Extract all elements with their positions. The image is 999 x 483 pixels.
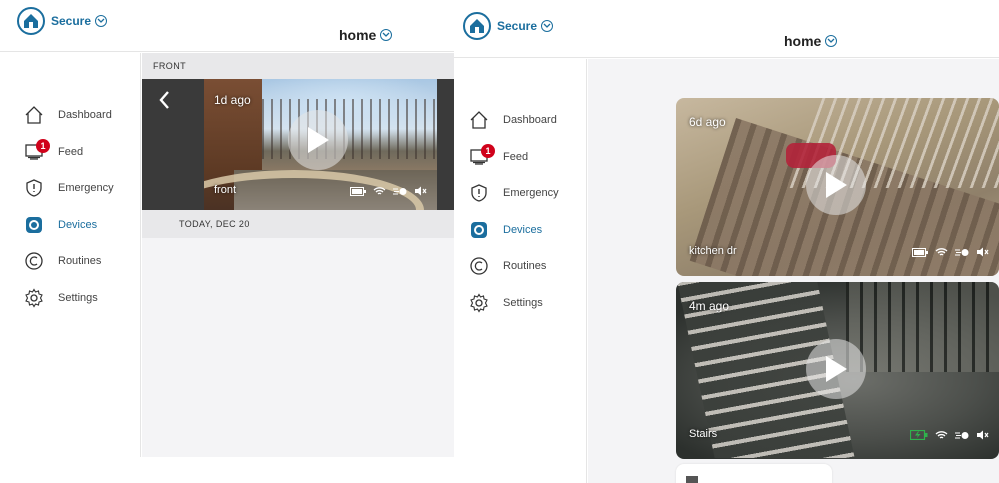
camera-name-label: front — [214, 184, 237, 196]
camera-name-label: Stairs — [689, 428, 718, 440]
device-detail-panel: FRONT 1d ago front TODAY, DEC 20 — [142, 53, 454, 457]
sidebar-item-settings[interactable]: Settings — [454, 288, 586, 318]
sidebar-item-label: Routines — [58, 255, 102, 267]
sidebar-item-routines[interactable]: Routines — [454, 251, 586, 281]
sidebar: Dashboard 1 Feed Emergency Devices Routi… — [454, 59, 587, 483]
battery-icon — [912, 247, 928, 257]
devices-list: 6d ago kitchen dr 4m ago Stairs — [588, 59, 999, 483]
motion-icon — [955, 431, 969, 440]
chevron-down-icon — [380, 29, 393, 41]
chevron-down-icon — [541, 20, 554, 32]
location-selector[interactable]: home — [784, 33, 838, 49]
gear-icon — [23, 287, 45, 309]
sidebar-item-label: Dashboard — [503, 114, 557, 126]
play-icon — [826, 356, 847, 382]
wifi-icon — [373, 186, 386, 196]
house-icon — [468, 109, 490, 131]
play-icon — [826, 172, 847, 198]
top-bar: Secure home — [0, 0, 454, 52]
left-app-window: Secure home Dashboard 1 Feed Emergency D… — [0, 0, 454, 483]
motion-icon — [955, 248, 969, 257]
right-app-window: Secure home Dashboard 1 Feed Emergency D… — [454, 0, 999, 483]
notification-badge: 1 — [36, 139, 50, 153]
camera-card-kitchen-dr[interactable]: 6d ago kitchen dr — [676, 98, 999, 276]
sidebar-item-feed[interactable]: 1 Feed — [454, 142, 586, 172]
motion-icon — [393, 187, 407, 196]
camera-thumbnail[interactable]: 1d ago front — [204, 79, 437, 210]
sidebar-item-devices[interactable]: Devices — [0, 210, 140, 240]
battery-charging-icon — [910, 430, 928, 440]
brand-label: Secure — [497, 19, 538, 33]
camera-icon — [23, 214, 45, 236]
time-ago-label: 6d ago — [689, 115, 726, 129]
camera-icon — [468, 219, 490, 241]
sidebar-item-label: Routines — [503, 260, 547, 272]
house-icon — [17, 7, 45, 35]
muted-icon — [976, 430, 989, 440]
camera-status-icons — [350, 186, 427, 196]
camera-name-label: kitchen dr — [689, 245, 737, 257]
sidebar-item-dashboard[interactable]: Dashboard — [454, 105, 586, 135]
play-button[interactable] — [288, 110, 348, 170]
sidebar-item-label: Settings — [503, 297, 543, 309]
play-button[interactable] — [806, 339, 866, 399]
play-icon — [308, 127, 329, 153]
camera-status-icons — [910, 430, 989, 440]
muted-icon — [976, 247, 989, 257]
wifi-icon — [935, 430, 948, 440]
sidebar-item-settings[interactable]: Settings — [0, 283, 140, 313]
brand-label: Secure — [51, 14, 92, 28]
sidebar: Dashboard 1 Feed Emergency Devices Routi… — [0, 53, 141, 457]
time-ago-label: 4m ago — [689, 299, 730, 313]
sidebar-item-feed[interactable]: 1 Feed — [0, 137, 140, 167]
house-icon — [23, 104, 45, 126]
play-button[interactable] — [806, 155, 866, 215]
top-bar: Secure home — [454, 0, 999, 58]
chevron-down-icon — [95, 15, 108, 27]
sidebar-item-devices[interactable]: Devices — [454, 215, 586, 245]
sidebar-item-label: Devices — [58, 219, 98, 231]
sidebar-item-label: Dashboard — [58, 109, 112, 121]
sidebar-item-label: Feed — [503, 151, 529, 163]
panel-divider — [142, 457, 454, 483]
chevron-down-icon — [825, 35, 838, 47]
time-ago-label: 1d ago — [214, 93, 251, 107]
section-header: FRONT — [142, 53, 454, 79]
camera-card-stairs[interactable]: 4m ago Stairs — [676, 282, 999, 459]
house-icon — [463, 12, 491, 40]
location-selector[interactable]: home — [339, 27, 393, 43]
sidebar-item-label: Settings — [58, 292, 98, 304]
brand-menu[interactable]: Secure — [463, 12, 554, 40]
video-player: 1d ago front — [142, 79, 454, 210]
routine-icon — [23, 250, 45, 272]
sidebar-item-label: Emergency — [58, 182, 114, 194]
routine-icon — [468, 255, 490, 277]
battery-icon — [350, 186, 366, 196]
sidebar-item-label: Emergency — [503, 187, 559, 199]
sidebar-item-dashboard[interactable]: Dashboard — [0, 100, 140, 130]
date-header: TODAY, DEC 20 — [142, 210, 454, 238]
camera-status-icons — [912, 247, 989, 257]
muted-icon — [414, 186, 427, 196]
camera-card-partial[interactable] — [676, 464, 832, 483]
monitor-icon: 1 — [468, 144, 495, 168]
notification-badge: 1 — [481, 144, 495, 158]
back-arrow-icon[interactable] — [156, 89, 174, 111]
sidebar-item-label: Devices — [503, 224, 543, 236]
shield-icon — [468, 182, 490, 204]
sidebar-item-emergency[interactable]: Emergency — [0, 173, 140, 203]
location-label: home — [784, 33, 822, 49]
shield-icon — [23, 177, 45, 199]
sidebar-item-routines[interactable]: Routines — [0, 246, 140, 276]
gear-icon — [468, 292, 490, 314]
sidebar-item-emergency[interactable]: Emergency — [454, 178, 586, 208]
location-label: home — [339, 27, 377, 43]
brand-menu[interactable]: Secure — [17, 7, 108, 35]
sidebar-item-label: Feed — [58, 146, 84, 158]
wifi-icon — [935, 247, 948, 257]
monitor-icon: 1 — [23, 139, 50, 163]
square-icon — [686, 476, 698, 483]
